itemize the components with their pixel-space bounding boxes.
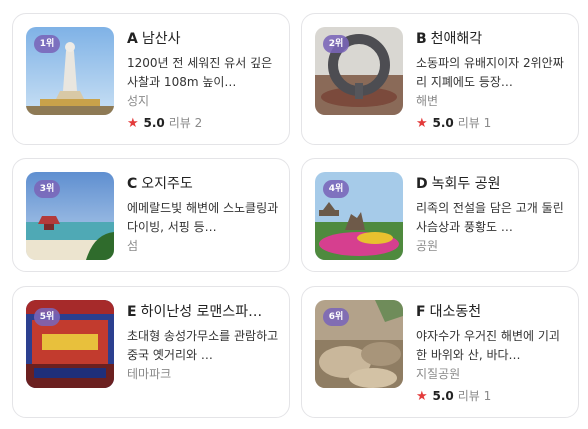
place-name: 하이난성 로맨스파… [140, 304, 263, 320]
rank-badge: 1위 [34, 35, 60, 53]
place-letter: E [127, 304, 137, 320]
rank-badge: 2위 [323, 35, 349, 53]
review-label: 리뷰 [457, 116, 480, 130]
place-rating: ★ 5.0 리뷰 1 [416, 113, 568, 134]
place-description: 초대형 송성가무소를 관람하고 중국 옛거리와 … [127, 329, 279, 362]
place-card-e[interactable]: 5위 E 하이난성 로맨스파… 초대형 송성가무소를 관람하고 중국 옛거리와 …… [12, 286, 290, 418]
place-title: B 천애해각 [416, 29, 568, 49]
place-photo-e: 5위 [26, 300, 114, 388]
place-letter: B [416, 31, 427, 47]
place-photo-d: 4위 [315, 172, 403, 260]
place-photo-f: 6위 [315, 300, 403, 388]
review-label: 리뷰 [168, 116, 191, 130]
place-category: 성지 [127, 94, 150, 108]
place-card-f[interactable]: 6위 F 대소동천 야자수가 우거진 해변에 기괴한 바위와 산, 바다… 지질공… [301, 286, 579, 418]
star-icon: ★ [127, 116, 139, 131]
place-card-c[interactable]: 3위 C 오지주도 에메랄드빛 해변에 스노클링과 다이빙, 서핑 등… 섬 [12, 158, 290, 272]
review-count: 1 [483, 116, 492, 130]
rank-badge: 5위 [34, 308, 60, 326]
place-rating: ★ 5.0 리뷰 2 [127, 113, 279, 134]
place-title: D 녹회두 공원 [416, 174, 568, 194]
place-description: 리족의 전설을 담은 고개 둘린 사슴상과 풍황도 … [416, 201, 564, 234]
place-description: 소동파의 유배지이자 2위안짜리 지폐에도 등장… [416, 56, 564, 89]
rating-score: 5.0 [432, 116, 454, 130]
place-category: 지질공원 [416, 367, 461, 381]
place-title: A 남산사 [127, 29, 279, 49]
place-letter: F [416, 304, 426, 320]
place-photo-c: 3위 [26, 172, 114, 260]
place-card-b[interactable]: 2위 B 천애해각 소동파의 유배지이자 2위안짜리 지폐에도 등장… 해변 ★ … [301, 13, 579, 145]
place-card-a[interactable]: 1위 A 남산사 1200년 전 세워진 유서 깊은 사찰과 108m 높이… 성… [12, 13, 290, 145]
rank-badge: 6위 [323, 308, 349, 326]
star-icon: ★ [416, 116, 428, 131]
place-category: 해변 [416, 94, 439, 108]
place-title: E 하이난성 로맨스파… [127, 302, 279, 322]
review-label: 리뷰 [457, 389, 480, 403]
place-category: 테마파크 [127, 367, 172, 381]
place-letter: D [416, 176, 428, 192]
rank-badge: 4위 [323, 180, 349, 198]
review-count: 2 [194, 116, 203, 130]
place-description: 1200년 전 세워진 유서 깊은 사찰과 108m 높이… [127, 56, 273, 89]
place-title: F 대소동천 [416, 302, 568, 322]
place-photo-b: 2위 [315, 27, 403, 115]
place-name: 녹회두 공원 [431, 176, 501, 192]
place-name: 천애해각 [430, 31, 483, 47]
rank-badge: 3위 [34, 180, 60, 198]
place-name: 오지주도 [141, 176, 193, 192]
rating-score: 5.0 [143, 116, 165, 130]
place-name: 남산사 [141, 31, 181, 47]
review-count: 1 [483, 389, 492, 403]
place-letter: C [127, 176, 138, 192]
place-description: 에메랄드빛 해변에 스노클링과 다이빙, 서핑 등… [127, 201, 279, 234]
place-name: 대소동천 [429, 304, 482, 320]
star-icon: ★ [416, 389, 428, 404]
place-description: 야자수가 우거진 해변에 기괴한 바위와 산, 바다… [416, 329, 560, 362]
place-title: C 오지주도 [127, 174, 279, 194]
place-rating: ★ 5.0 리뷰 1 [416, 386, 568, 407]
rating-score: 5.0 [432, 389, 454, 403]
place-photo-a: 1위 [26, 27, 114, 115]
place-category: 공원 [416, 239, 439, 253]
place-card-d[interactable]: 4위 D 녹회두 공원 리족의 전설을 담은 고개 둘린 사슴상과 풍황도 … 공… [301, 158, 579, 272]
place-category: 섬 [127, 239, 139, 253]
place-letter: A [127, 31, 138, 47]
